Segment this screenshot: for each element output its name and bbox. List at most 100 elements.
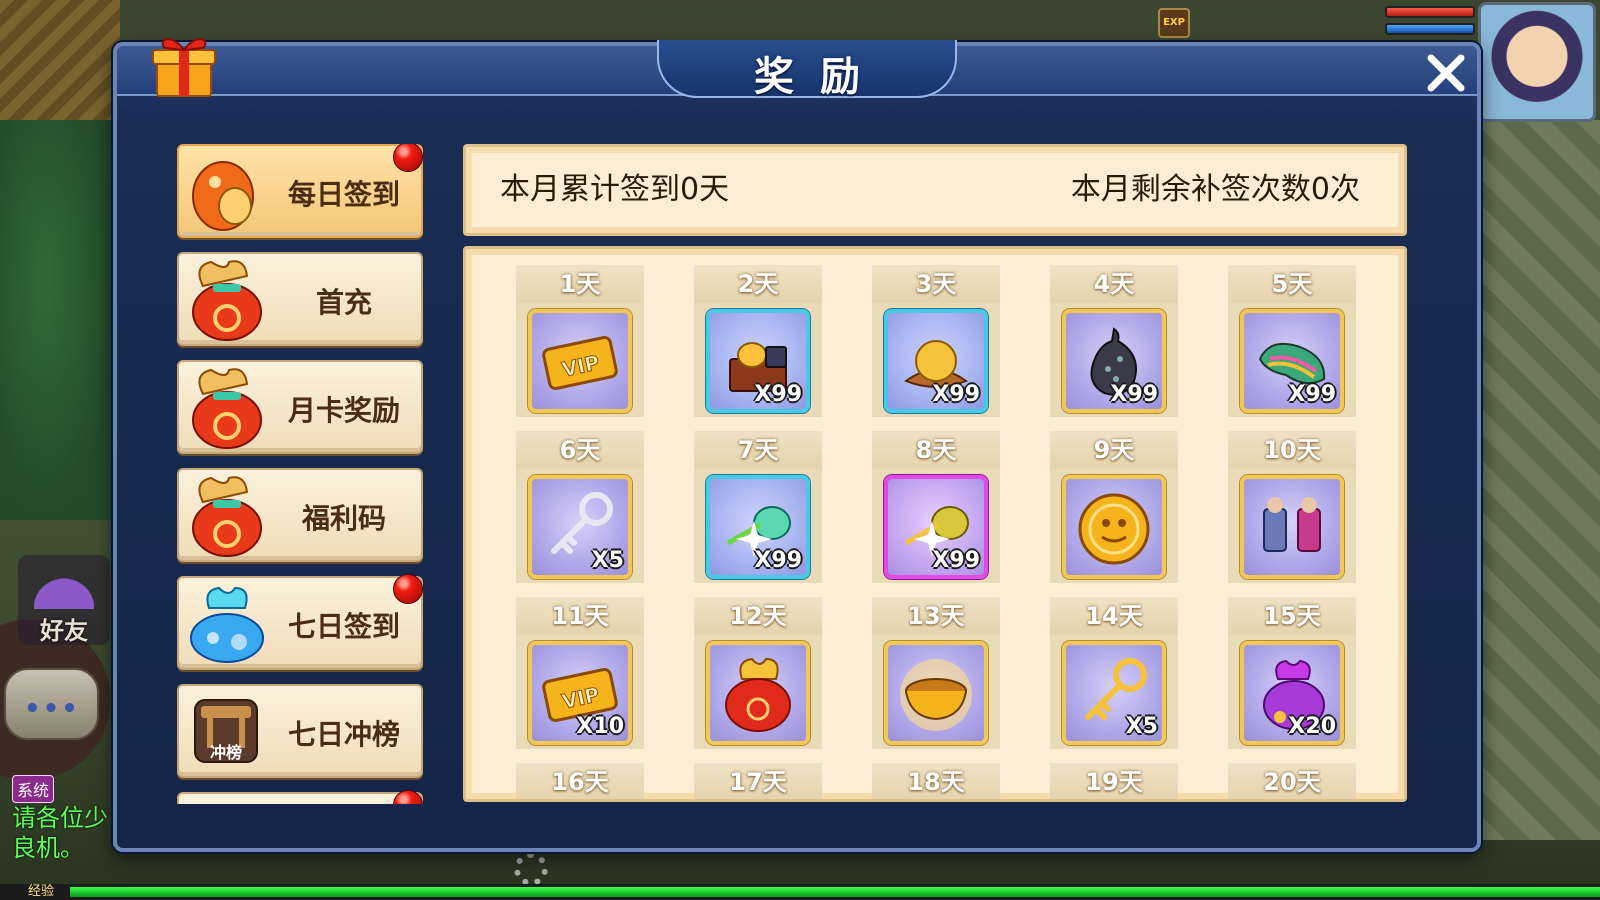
reward-item-slot[interactable] [1062,475,1166,579]
checkin-summary-bar: 本月累计签到0天 本月剩余补签次数0次 [463,144,1407,236]
day-reward-cell[interactable]: 13天 [872,597,1000,749]
lucky-bag-icon [192,476,262,557]
wizard-hat-icon [34,561,94,609]
golden-bowl-icon [900,659,972,731]
menu-item-label: 月卡奖励 [287,394,400,427]
day-label: 3天 [872,265,1000,303]
lucky-bag-icon [192,260,262,341]
day-label: 12天 [694,597,822,635]
day-label: 5天 [1228,265,1356,303]
day-label: 17天 [694,763,822,799]
item-quantity: X99 [754,382,802,407]
reward-item-slot[interactable]: X99 [706,475,810,579]
day-reward-cell[interactable]: 9天 [1050,431,1178,583]
title-plate: 奖励 [657,40,957,100]
day-label: 19天 [1050,763,1178,799]
item-background [694,801,822,802]
system-tag: 系统 [12,775,55,803]
reward-item-slot[interactable]: X20 [1240,641,1344,745]
menu-item-seven-day-ranking[interactable]: 冲榜 七日冲榜 [177,684,423,778]
player-status-bars [1385,6,1475,40]
reward-item-slot[interactable] [706,641,810,745]
reward-item-slot[interactable]: X99 [1062,309,1166,413]
day-reward-cell[interactable]: 16天 [516,763,644,799]
daily-reward-grid-panel[interactable]: 1天 VIP 2天 X99 3天 X99 4天 X99 5天 X99 6天 X5 7天 X99 8天 X99 9… [463,246,1407,802]
experience-bar: 经验 [0,884,1600,900]
reward-item-slot[interactable]: X99 [884,475,988,579]
item-background [1050,801,1178,802]
day-reward-cell[interactable]: 2天 X99 [694,265,822,417]
lucky-bag-icon [192,368,262,449]
day-reward-cell[interactable]: 19天 [1050,763,1178,802]
day-reward-cell[interactable]: 14天 X5 [1050,597,1178,749]
red-lucky-bag-icon [725,657,791,732]
day-reward-cell[interactable]: 8天 X99 [872,431,1000,583]
reward-item-slot[interactable]: X99 [1240,309,1344,413]
reward-item-slot[interactable] [1240,475,1344,579]
menu-item-monthly-card[interactable]: 月卡奖励 [177,360,423,454]
reward-item-slot[interactable]: X99 [884,309,988,413]
hp-bar [1385,6,1475,18]
coin-pouch-icon [192,161,254,231]
player-avatar[interactable] [1478,2,1596,122]
blue-pouch-icon [190,586,264,663]
day-label: 20天 [1228,763,1356,799]
day-label: 9天 [1050,431,1178,469]
notification-dot [393,144,423,172]
day-reward-cell[interactable]: 15天 X20 [1228,597,1356,749]
day-label: 1天 [516,265,644,303]
day-reward-cell[interactable]: 5天 X99 [1228,265,1356,417]
day-label: 13天 [872,597,1000,635]
menu-item-welfare-code[interactable]: 福利码 [177,468,423,562]
item-quantity: X5 [591,548,624,573]
item-quantity: X99 [932,382,980,407]
chat-message-line: 请各位少 [12,804,108,832]
gear-icon[interactable] [514,852,548,886]
day-reward-cell[interactable]: 3天 X99 [872,265,1000,417]
day-label: 11天 [516,597,644,635]
chat-message-line: 良机。 [12,834,84,862]
day-reward-cell[interactable]: 11天 VIP X10 [516,597,644,749]
day-label: 7天 [694,431,822,469]
friends-button[interactable]: 好友 [18,555,110,645]
day-reward-cell[interactable]: 20天 [1228,763,1356,799]
chat-button[interactable]: ••• [4,668,99,740]
reward-item-slot[interactable]: VIP X10 [528,641,632,745]
menu-item-label: 七日签到 [287,610,400,643]
day-label: 18天 [872,763,1000,799]
day-reward-cell[interactable]: 1天 VIP [516,265,644,417]
item-quantity: X99 [1110,382,1158,407]
item-background [872,801,1000,802]
reward-item-slot[interactable]: VIP [528,309,632,413]
item-quantity: X5 [1125,714,1158,739]
dialog-header: 奖励 [117,40,1477,100]
roof-decoration [0,0,120,120]
menu-item-label: 每日签到 [287,178,400,211]
reward-item-slot[interactable]: X99 [706,309,810,413]
daily-reward-grid: 1天 VIP 2天 X99 3天 X99 4天 X99 5天 X99 6天 X5 7天 X99 8天 X99 9… [516,265,1356,802]
day-reward-cell[interactable]: 4天 X99 [1050,265,1178,417]
menu-item-first-recharge[interactable]: 首充 [177,252,423,346]
day-reward-cell[interactable]: 17天 [694,763,822,802]
day-reward-cell[interactable]: 10天 [1228,431,1356,583]
ranking-icon-text: 冲榜 [210,743,242,762]
tiled-ground-decoration [1480,120,1600,840]
menu-item-more[interactable] [177,790,423,804]
day-reward-cell[interactable]: 18天 [872,763,1000,802]
day-label: 8天 [872,431,1000,469]
reward-item-slot[interactable]: X5 [528,475,632,579]
menu-item-seven-day-checkin[interactable]: 七日签到 [177,574,423,670]
reward-item-slot[interactable]: X5 [1062,641,1166,745]
day-label: 6天 [516,431,644,469]
item-quantity: X99 [932,548,980,573]
day-reward-cell[interactable]: 7天 X99 [694,431,822,583]
exp-boost-icon[interactable]: EXP [1158,8,1190,38]
day-reward-cell[interactable]: 12天 [694,597,822,749]
day-reward-cell[interactable]: 6天 X5 [516,431,644,583]
close-icon[interactable] [1423,50,1469,96]
reward-item-slot[interactable] [884,641,988,745]
reward-dialog: 奖励 每日签到 首充 月卡奖励 福利码 七日签到 冲榜 七日冲榜 本月累计签到0… [113,38,1481,852]
chat-log: 系统 请各位少 良机。 [12,775,120,863]
day-label: 16天 [516,763,644,799]
menu-item-daily-checkin[interactable]: 每日签到 [177,144,423,238]
